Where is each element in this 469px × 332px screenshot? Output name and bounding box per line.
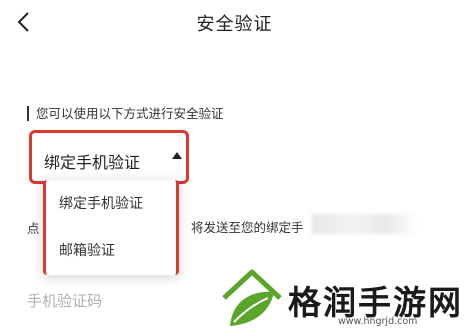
selected-method-label: 绑定手机验证 <box>44 153 141 172</box>
verification-instruction: 您可以使用以下方式进行安全验证 <box>27 106 224 121</box>
watermark-url: www.hngrjd.com <box>338 316 418 327</box>
option-email-verification[interactable]: 邮箱验证 <box>59 240 115 260</box>
caret-up-icon <box>172 152 182 159</box>
verification-code-input[interactable] <box>27 288 187 314</box>
option-phone-verification[interactable]: 绑定手机验证 <box>59 193 143 213</box>
blurred-phone-number <box>312 214 418 234</box>
house-leaf-logo-icon <box>222 269 282 326</box>
verification-method-select[interactable]: 绑定手机验证 <box>29 130 189 184</box>
watermark: 格润手游网 www.hngrjd.com <box>218 268 469 332</box>
method-dropdown-menu: 绑定手机验证 邮箱验证 <box>43 180 179 275</box>
hint-text: 将发送至您的绑定手 <box>191 220 304 235</box>
hint-prefix: 点 <box>27 221 40 236</box>
page-title: 安全验证 <box>196 14 273 35</box>
